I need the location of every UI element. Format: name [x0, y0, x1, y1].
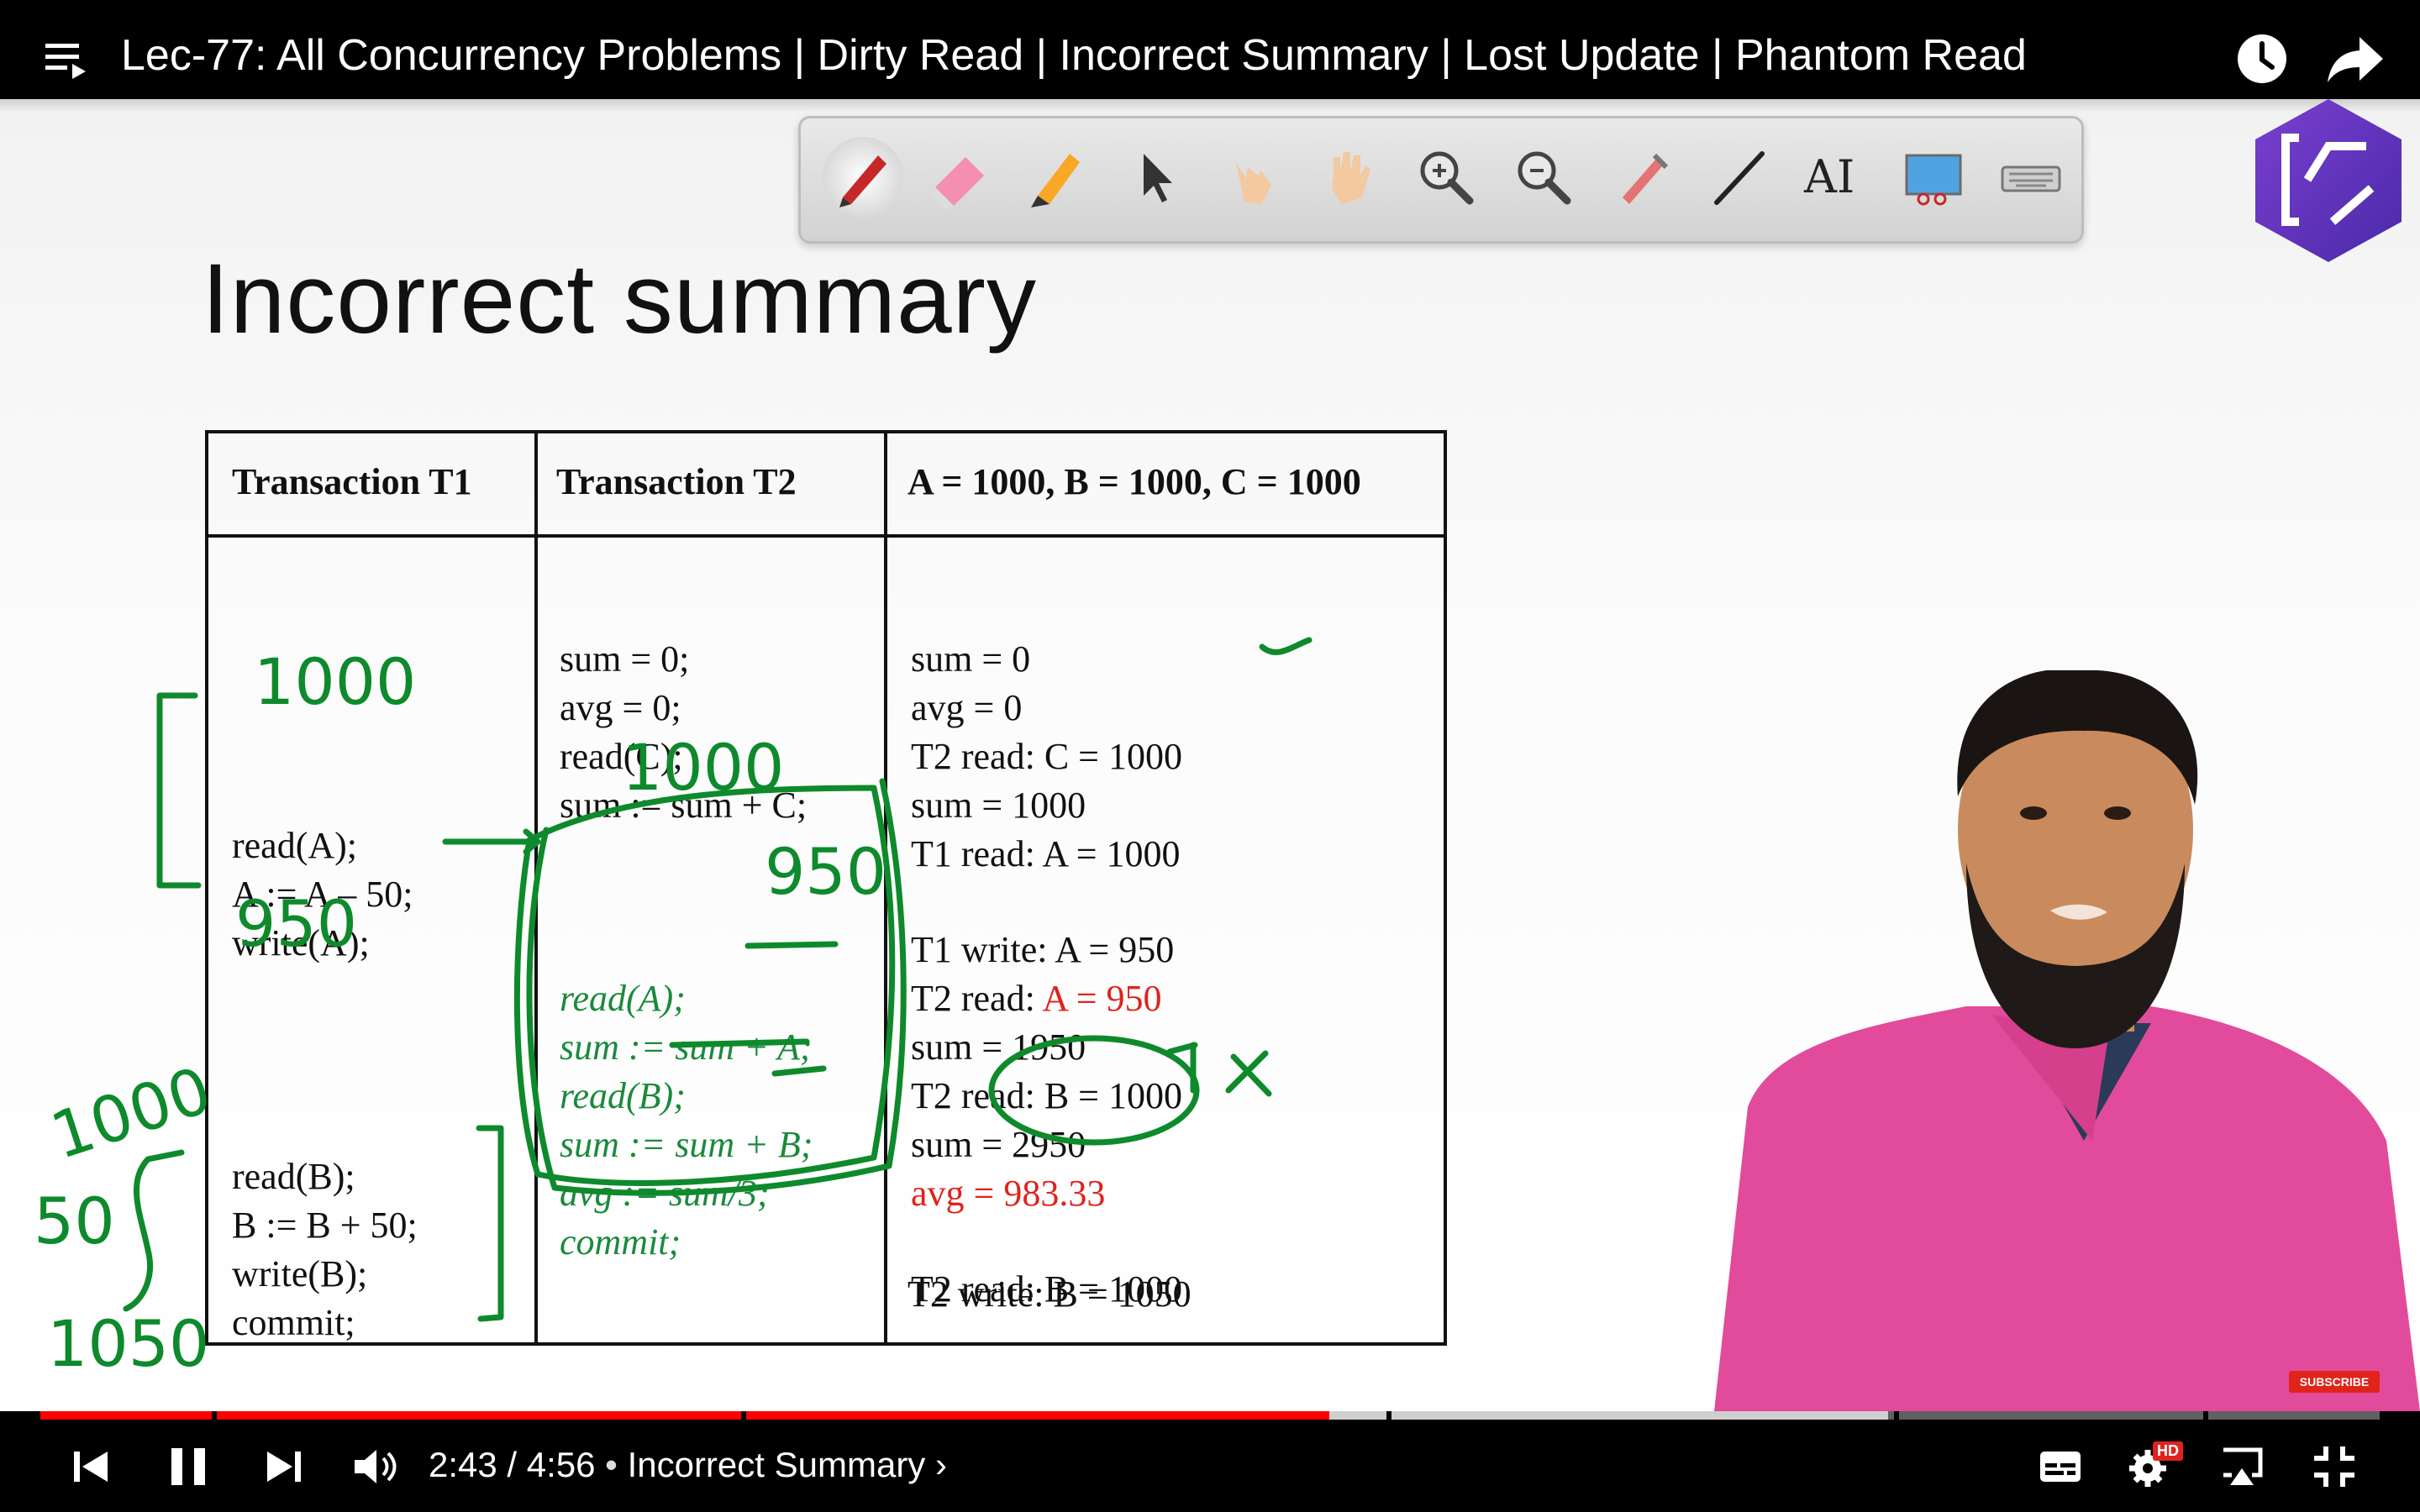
t1-line: write(B);	[232, 1253, 368, 1294]
column-divider	[884, 433, 887, 1342]
chapter-bullet: •	[595, 1445, 628, 1484]
time-separator: /	[497, 1445, 527, 1484]
video-title[interactable]: Lec-77: All Concurrency Problems | Dirty…	[121, 30, 2027, 81]
clock-icon[interactable]	[2235, 32, 2289, 86]
highlighter-icon	[1031, 154, 1080, 207]
state-prefix: T2 read:	[911, 978, 1043, 1019]
exit-fullscreen-icon[interactable]	[2309, 1441, 2360, 1492]
t2-line: avg = 0;	[560, 687, 681, 728]
captions-icon[interactable]	[2035, 1441, 2086, 1492]
pointer-arrow-icon	[1144, 154, 1172, 202]
volume-icon[interactable]	[350, 1441, 400, 1492]
state-line: sum = 2950	[911, 1124, 1086, 1165]
t2-line: sum := sum + C;	[560, 785, 808, 826]
time-display: 2:43 / 4:56 • Incorrect Summary ›	[429, 1445, 947, 1485]
chapter-marker	[1386, 1411, 1392, 1420]
state-highlight: = 983.33	[973, 1173, 1106, 1214]
header-t1: Transaction T1	[232, 461, 472, 502]
bracket-mark	[156, 692, 202, 889]
progress-played	[40, 1411, 1329, 1420]
t1-line: A := A – 50;	[232, 874, 413, 915]
player-controls: 2:43 / 4:56 • Incorrect Summary › HD	[0, 1420, 2420, 1512]
text-tool-icon: AI	[1803, 150, 1854, 203]
skip-previous-icon[interactable]	[66, 1441, 116, 1492]
airplay-icon[interactable]	[2217, 1441, 2267, 1492]
header-initial-values: A = 1000, B = 1000, C = 1000	[908, 461, 1361, 502]
state-line: sum = 0	[911, 638, 1031, 680]
t1-line: B := B + 50;	[232, 1205, 418, 1246]
chapter-chevron[interactable]: ›	[925, 1445, 947, 1484]
t2-line: read(A);	[560, 978, 686, 1019]
state-line: avg = 983.33	[911, 1169, 1105, 1218]
chapter-marker	[212, 1411, 217, 1420]
t1-line: read(B);	[232, 1156, 355, 1197]
duration: 4:56	[526, 1445, 596, 1484]
state-line: T1 read: A = 1000	[911, 833, 1181, 874]
zoom-out-icon	[1518, 151, 1571, 205]
frame-shadow	[0, 99, 2420, 113]
laser-pen-icon	[1623, 153, 1669, 204]
eraser-icon	[930, 157, 984, 211]
t2-line: sum = 0;	[560, 638, 690, 680]
presenter-image	[1714, 670, 2420, 1411]
state-line: T2 read: A = 950	[911, 974, 1162, 1023]
chapter-marker	[741, 1411, 746, 1420]
t2-line: avg := sum/3;	[560, 1173, 770, 1214]
schedule-table: Transaction T1 Transaction T2 A = 1000, …	[205, 430, 1447, 1346]
state-line: avg = 0	[911, 687, 1023, 728]
handwritten-value: 1000	[42, 1053, 219, 1173]
chapter-title[interactable]: Incorrect Summary	[628, 1445, 926, 1484]
zoom-in-icon	[1420, 151, 1474, 205]
state-line: T2 write: B = 1050	[908, 1273, 1192, 1315]
share-arrow-icon[interactable]	[2326, 34, 2385, 86]
current-time: 2:43	[429, 1445, 497, 1484]
state-line: T2 read: B = 1000	[911, 1075, 1182, 1116]
pause-icon[interactable]	[163, 1441, 213, 1492]
svg-text:AI: AI	[1803, 150, 1854, 203]
state-line: sum = 1000	[911, 785, 1086, 826]
state-line: T1 write: A = 950	[911, 929, 1175, 970]
top-bar: Lec-77: All Concurrency Problems | Dirty…	[0, 0, 2420, 99]
skip-next-icon[interactable]	[259, 1441, 309, 1492]
state-highlight: A = 950	[1042, 978, 1162, 1019]
t2-line: sum := sum + B;	[560, 1124, 813, 1165]
screen-capture-icon	[1905, 154, 1962, 206]
state-prefix: avg	[911, 1173, 974, 1214]
brace-mark	[123, 1149, 185, 1312]
t2-line: read(B);	[560, 1075, 686, 1116]
annotation-toolbar: AI	[798, 116, 2084, 244]
pen-icon	[823, 137, 903, 218]
slide-title: Incorrect summary	[202, 244, 1037, 354]
t1-line: write(A);	[232, 922, 370, 963]
chapter-marker	[1894, 1411, 1899, 1420]
state-line: T2 read: C = 1000	[911, 736, 1182, 777]
t1-line: read(A);	[232, 825, 358, 866]
handwritten-value: 1050	[47, 1306, 209, 1381]
state-line: sum = 1950	[911, 1026, 1086, 1068]
keyboard-icon	[2001, 165, 2061, 192]
subscribe-badge[interactable]: SUBSCRIBE	[2289, 1371, 2380, 1393]
header-divider	[208, 534, 1444, 538]
progress-bar[interactable]	[40, 1411, 2380, 1420]
chapter-marker	[2203, 1411, 2208, 1420]
t2-line: read(C);	[560, 736, 683, 777]
channel-logo	[2255, 99, 2402, 262]
handwritten-value: 50	[34, 1184, 115, 1258]
playlist-icon[interactable]	[44, 37, 91, 84]
hand-pan-icon	[1332, 152, 1370, 204]
column-divider	[534, 433, 538, 1342]
t2-line: sum := sum + A;	[560, 1026, 813, 1068]
hd-badge: HD	[2153, 1441, 2183, 1461]
t2-line: commit;	[560, 1221, 681, 1263]
line-icon	[1714, 151, 1765, 205]
hand-pointer-icon	[1236, 162, 1271, 204]
t1-line: commit;	[232, 1302, 355, 1343]
header-t2: Transaction T2	[556, 461, 797, 502]
video-frame[interactable]: AI Incorrect summary Transaction T1 Tran…	[0, 99, 2420, 1411]
